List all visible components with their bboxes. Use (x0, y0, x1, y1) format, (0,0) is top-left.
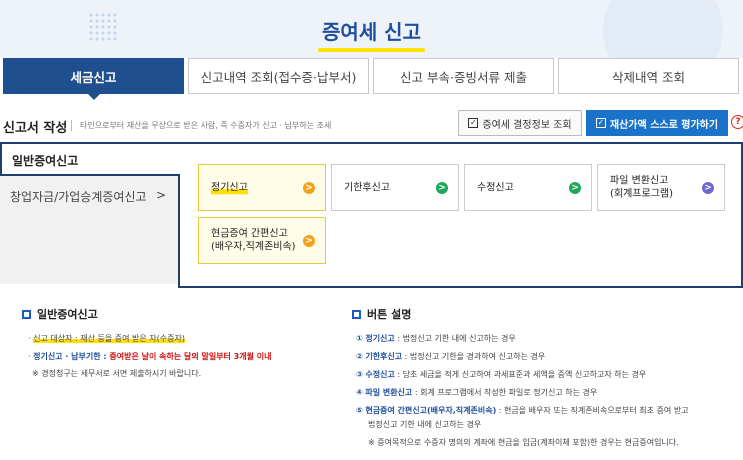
arrow-circle-icon: > (702, 181, 714, 194)
sidebar-item-startup-gift[interactable]: 창업자금/가업승계증여신고 > (0, 182, 176, 212)
arrow-circle-icon: > (436, 181, 448, 194)
page-title: 증여세 신고 (0, 16, 743, 45)
button-description-title: 버튼 설명 (352, 306, 411, 322)
button-desc-item: ③ 수정신고 : 당초 세금을 적게 신고하여 과세표준과 세액을 증액 신고하… (356, 370, 647, 379)
info-deadline: · 정기신고 · 납부기한 : 증여받은 날이 속하는 달의 말일부터 3개월 … (28, 352, 272, 361)
cash-gift-simple-filing-button[interactable]: 현금증여 간편신고 (배우자,직계존비속) > (198, 217, 326, 264)
decision-info-button[interactable]: ✓ 증여세 결정정보 조회 (458, 110, 582, 136)
arrow-circle-icon: > (303, 181, 315, 194)
check-icon: ✓ (468, 118, 479, 128)
tab-document-submission[interactable]: 신고 부속·증빙서류 제출 (373, 58, 554, 94)
help-icon[interactable]: ? (731, 115, 743, 129)
sidebar-item-general-gift[interactable]: 일반증여신고 (0, 142, 180, 176)
main-tabs: 세금신고 신고내역 조회(접수증·납부서) 신고 부속·증빙서류 제출 삭제내역… (0, 58, 743, 100)
chevron-right-icon: > (155, 188, 166, 202)
tab-tax-filing[interactable]: 세금신고 (3, 58, 184, 100)
page-header: 증여세 신고 (0, 0, 743, 58)
divider (71, 120, 72, 131)
button-desc-item: ④ 파일 변환신고 : 회계 프로그램에서 작성한 파일로 정기신고 하는 경우 (356, 388, 598, 397)
regular-filing-button[interactable]: 정기신고 > (198, 164, 326, 211)
tab-deleted-history[interactable]: 삭제내역 조회 (558, 58, 739, 94)
arrow-circle-icon: > (569, 181, 581, 194)
self-evaluate-button[interactable]: ✓ 재산가액 스스로 평가하기 (586, 110, 728, 136)
section-header: 신고서 작성 타인으로부터 재산을 무상으로 받은 사람, 즉 수증자가 신고 … (0, 110, 743, 140)
button-desc-item-continued: 법정신고 기한 내에 신고하는 경우 (368, 420, 482, 429)
info-target: · 신고 대상자 : 재산 등을 증여 받은 자(수증자) (28, 334, 185, 343)
button-desc-item: ⑤ 현금증여 간편신고(배우자,직계존비속) : 현금을 배우자 또는 직계존비… (356, 406, 689, 415)
info-note: ※ 경정청구는 세무서로 서면 제출하시기 바랍니다. (32, 369, 202, 378)
square-bullet-icon (22, 309, 31, 319)
file-conversion-filing-button[interactable]: 파일 변환신고 (회계프로그램) > (597, 164, 725, 211)
button-desc-item: ② 기한후신고 : 법정신고 기한을 경과하여 신고하는 경우 (356, 352, 546, 361)
button-desc-item: ① 정기신고 : 법정신고 기한 내에 신고하는 경우 (356, 334, 516, 343)
filing-panel: 일반증여신고 창업자금/가업승계증여신고 > 정기신고 > 기한후신고 > 수정… (0, 142, 743, 290)
tab-filing-history[interactable]: 신고내역 조회(접수증·납부서) (188, 58, 369, 94)
section-description: 타인으로부터 재산을 무상으로 받은 사람, 즉 수증자가 신고 · 납부하는 … (80, 121, 332, 130)
section-title: 신고서 작성 (3, 121, 68, 136)
square-bullet-icon (352, 309, 361, 319)
check-icon: ✓ (595, 118, 606, 128)
sidebar: 일반증여신고 창업자금/가업승계증여신고 > (0, 142, 180, 284)
arrow-circle-icon: > (303, 234, 315, 247)
filing-options: 정기신고 > 기한후신고 > 수정신고 > 파일 변환신고 (회계프로그램) > … (178, 142, 743, 288)
after-deadline-filing-button[interactable]: 기한후신고 > (331, 164, 459, 211)
amended-filing-button[interactable]: 수정신고 > (464, 164, 592, 211)
button-desc-note: ※ 증여목적으로 수증자 명의의 계좌에 현금을 입금(계좌이체 포함)한 경우… (368, 438, 679, 447)
general-gift-info-title: 일반증여신고 (22, 306, 98, 322)
